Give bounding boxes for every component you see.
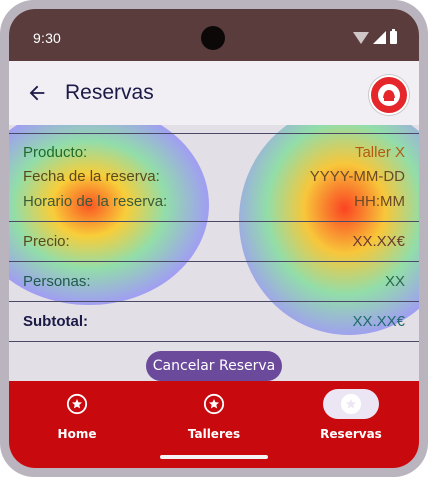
page-title: Reservas bbox=[65, 81, 154, 104]
phone-frame: 9:30 Reservas Producto: Taller X Fecha d… bbox=[0, 0, 428, 477]
value-horario: HH:MM bbox=[354, 193, 405, 210]
nav-pill-home bbox=[49, 389, 105, 419]
value-personas: XX bbox=[384, 273, 405, 290]
star-circle-icon bbox=[66, 393, 88, 415]
row-subtotal: Subtotal: XX.XX€ bbox=[23, 313, 405, 330]
value-subtotal: XX.XX€ bbox=[352, 313, 405, 330]
arrow-back-icon bbox=[29, 85, 45, 101]
star-circle-icon bbox=[203, 393, 225, 415]
divider-3 bbox=[9, 301, 419, 302]
nav-label-home: Home bbox=[57, 427, 97, 441]
row-fecha: Fecha de la reserva: YYYY-MM-DD bbox=[23, 168, 405, 185]
row-personas: Personas: XX bbox=[23, 273, 405, 290]
divider-top bbox=[9, 133, 419, 134]
status-icons bbox=[353, 29, 397, 44]
nav-pill-reservas bbox=[323, 389, 379, 419]
label-personas: Personas: bbox=[23, 273, 91, 290]
divider-bottom bbox=[9, 341, 419, 342]
nav-item-reservas[interactable]: Reservas bbox=[301, 389, 401, 441]
granada-logo bbox=[369, 75, 409, 115]
app-bar: Reservas bbox=[9, 61, 419, 125]
camera-cutout bbox=[201, 26, 225, 50]
nav-label-reservas: Reservas bbox=[320, 427, 382, 441]
value-producto: Taller X bbox=[354, 144, 405, 161]
row-horario: Horario de la reserva: HH:MM bbox=[23, 193, 405, 210]
screen: 9:30 Reservas Producto: Taller X Fecha d… bbox=[9, 9, 419, 468]
nav-label-talleres: Talleres bbox=[187, 427, 241, 441]
nav-item-home[interactable]: Home bbox=[27, 389, 127, 441]
cancel-reservation-button[interactable]: Cancelar Reserva bbox=[146, 351, 282, 381]
home-indicator[interactable] bbox=[160, 455, 268, 459]
divider-1 bbox=[9, 221, 419, 222]
divider-2 bbox=[9, 261, 419, 262]
row-precio: Precio: XX.XX€ bbox=[23, 233, 405, 250]
logo-emblem bbox=[378, 84, 400, 106]
bottom-navigation: Home Talleres Reservas bbox=[9, 381, 419, 468]
label-subtotal: Subtotal: bbox=[23, 313, 88, 330]
status-time: 9:30 bbox=[33, 30, 62, 46]
reservation-details: Producto: Taller X Fecha de la reserva: … bbox=[9, 125, 419, 381]
back-button[interactable] bbox=[23, 79, 51, 107]
signal-icon bbox=[373, 31, 386, 44]
label-horario: Horario de la reserva: bbox=[23, 193, 168, 210]
status-bar: 9:30 bbox=[9, 9, 419, 61]
row-producto: Producto: Taller X bbox=[23, 144, 405, 161]
battery-icon bbox=[390, 29, 397, 44]
label-precio: Precio: bbox=[23, 233, 70, 250]
label-producto: Producto: bbox=[23, 144, 88, 161]
star-circle-icon bbox=[340, 393, 362, 415]
value-fecha: YYYY-MM-DD bbox=[309, 168, 405, 185]
nav-pill-talleres bbox=[186, 389, 242, 419]
nav-item-talleres[interactable]: Talleres bbox=[164, 389, 264, 441]
value-precio: XX.XX€ bbox=[352, 233, 405, 250]
wifi-icon bbox=[353, 32, 369, 44]
label-fecha: Fecha de la reserva: bbox=[23, 168, 160, 185]
